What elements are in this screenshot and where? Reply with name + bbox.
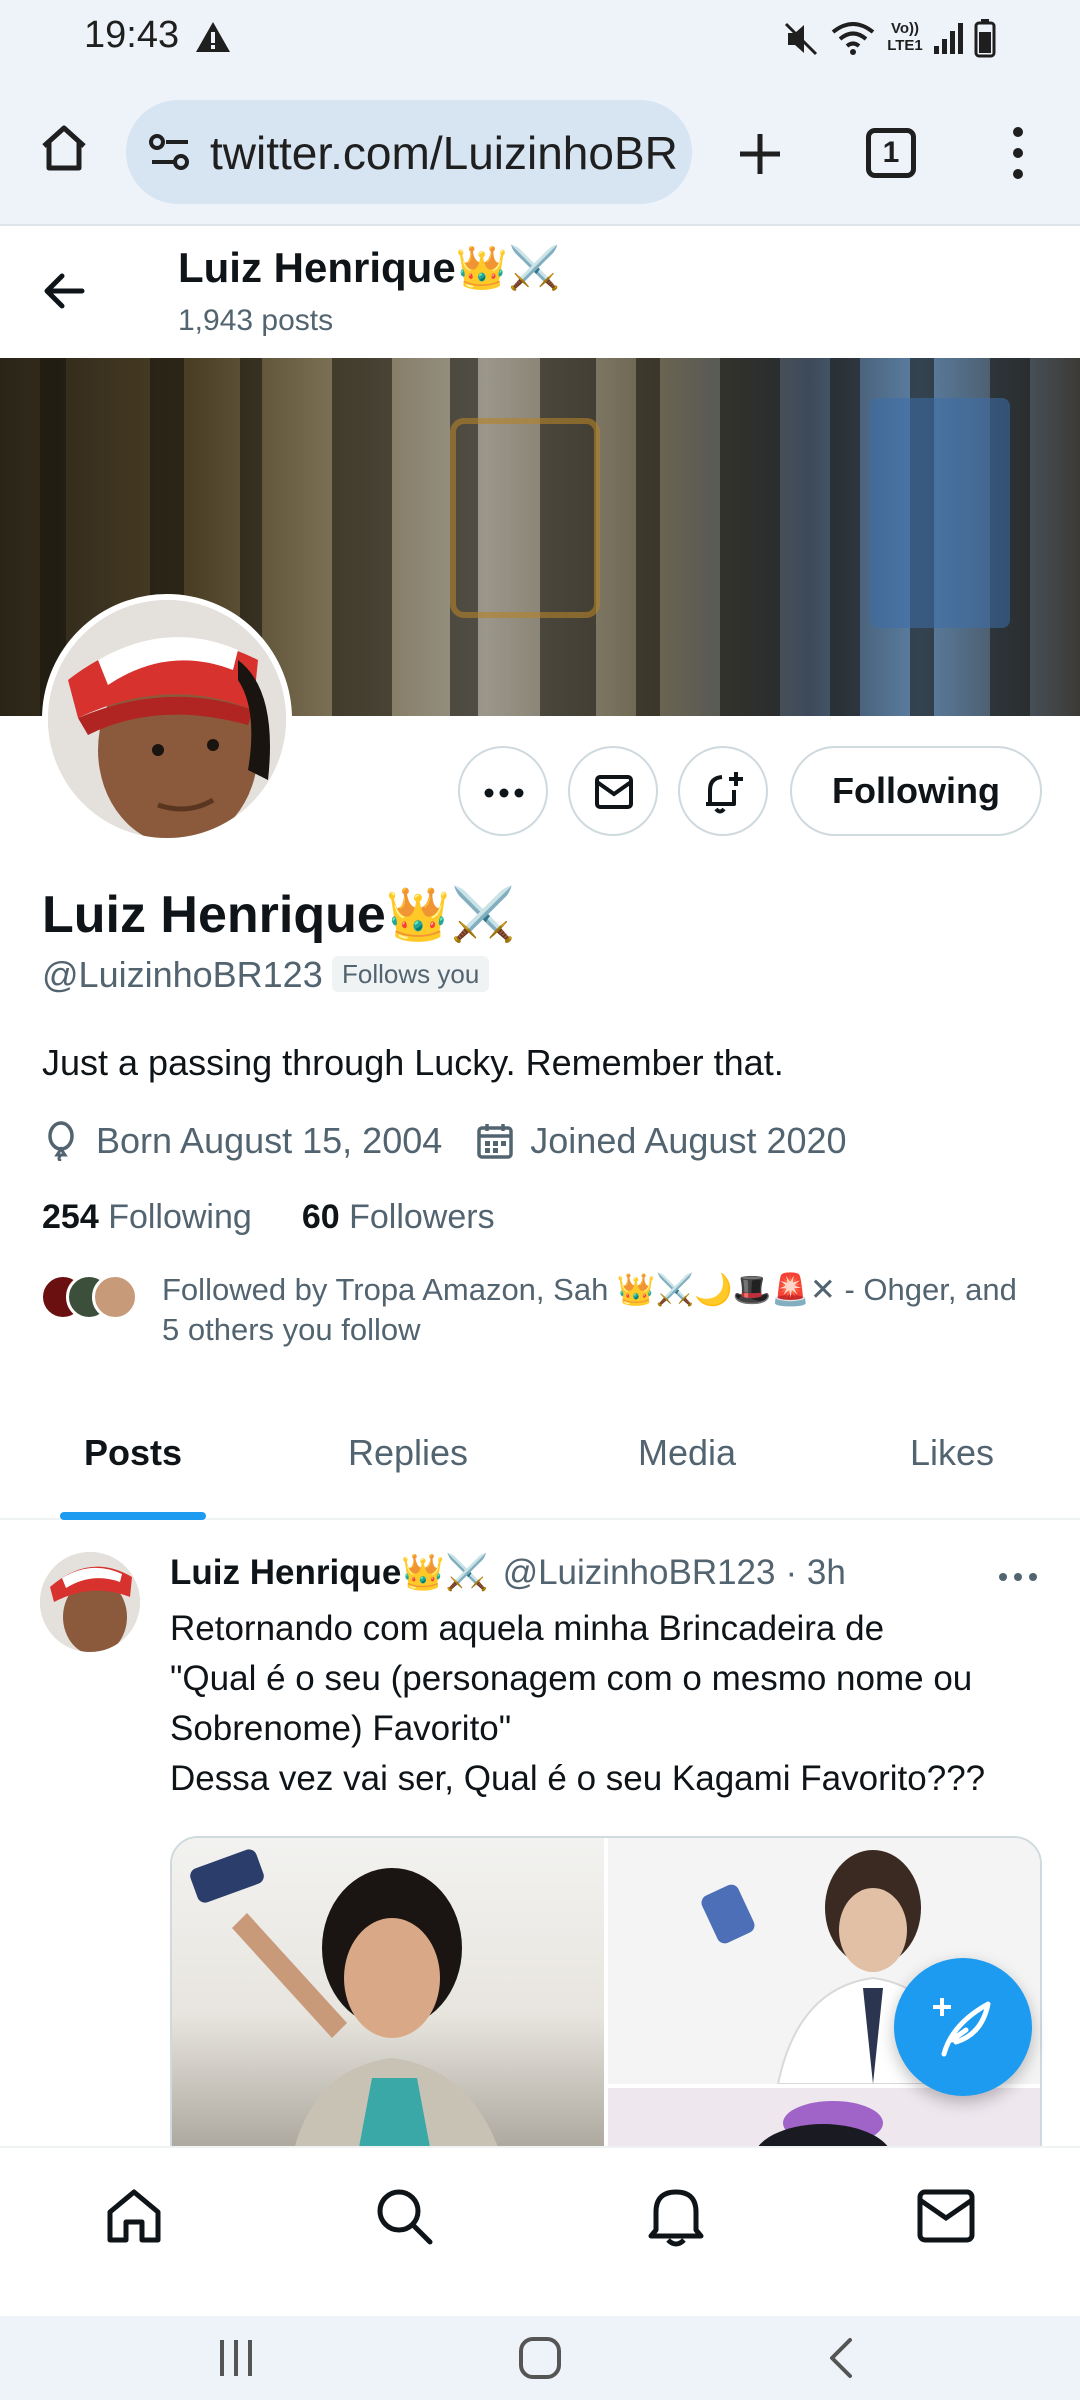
more-options-button[interactable]: [458, 746, 548, 836]
tab-replies[interactable]: Replies: [348, 1432, 468, 1474]
system-navigation-bar: [0, 2316, 1080, 2400]
post-time[interactable]: · 3h: [786, 1553, 846, 1593]
follows-you-badge: Follows you: [332, 956, 490, 992]
following-link[interactable]: 254 Following: [42, 1198, 252, 1237]
alert-icon: [196, 22, 230, 52]
wifi-icon: [831, 22, 875, 55]
back-arrow-icon[interactable]: [42, 268, 88, 314]
follower-avatar: [92, 1274, 138, 1320]
tab-posts[interactable]: Posts: [84, 1432, 182, 1474]
tab-likes[interactable]: Likes: [910, 1432, 994, 1474]
header-post-count: 1,943 posts: [178, 304, 334, 337]
following-label: Following: [108, 1198, 252, 1236]
bell-plus-icon: [706, 772, 743, 814]
status-time: 19:43: [84, 14, 180, 56]
nav-messages-icon[interactable]: [916, 2188, 976, 2244]
compose-post-button[interactable]: [894, 1958, 1032, 2096]
home-button-icon[interactable]: [516, 2334, 564, 2382]
back-button-icon[interactable]: [822, 2334, 862, 2382]
profile-bio: Just a passing through Lucky. Remember t…: [42, 1042, 784, 1083]
mail-icon: [595, 775, 633, 809]
profile-handle: @LuizinhoBR123: [42, 954, 323, 995]
new-tab-icon[interactable]: [736, 130, 784, 178]
site-settings-icon[interactable]: [148, 132, 192, 172]
notifications-subscribe-button[interactable]: [678, 746, 768, 836]
feather-plus-icon: [933, 1998, 991, 2057]
battery-icon: [974, 19, 996, 58]
more-menu-icon[interactable]: [1006, 124, 1030, 182]
profile-tabs: Posts Replies Media Likes: [0, 1398, 1080, 1520]
post-image[interactable]: [172, 1838, 604, 2154]
post-avatar[interactable]: [40, 1552, 140, 1652]
following-count: 254: [42, 1198, 99, 1236]
tab-media[interactable]: Media: [638, 1432, 736, 1474]
status-bar: 19:43 Vo)) LTE1: [0, 0, 1080, 78]
active-tab-indicator: [60, 1512, 206, 1520]
post-text-line: Sobrenome) Favorito": [170, 1709, 512, 1748]
url-bar[interactable]: twitter.com/LuizinhoBR123: [126, 100, 692, 204]
home-icon[interactable]: [38, 122, 90, 174]
post-handle[interactable]: @LuizinhoBR123: [503, 1553, 776, 1593]
url-text[interactable]: twitter.com/LuizinhoBR123: [210, 126, 680, 180]
calendar-icon: [477, 1124, 514, 1159]
join-date: Joined August 2020: [530, 1120, 847, 1161]
message-button[interactable]: [568, 746, 658, 836]
ellipsis-icon: [484, 788, 524, 798]
header-name: Luiz Henrique👑⚔️: [178, 244, 561, 291]
post-text: Retornando com aquela minha Brincadeira …: [170, 1604, 1050, 1804]
bottom-navigation: [0, 2146, 1080, 2316]
balloon-icon: [48, 1121, 74, 1161]
nav-home-icon[interactable]: [104, 2186, 164, 2246]
birth-date: Born August 15, 2004: [96, 1120, 443, 1161]
profile-meta: Born August 15, 2004 Joined August 2020: [42, 1120, 847, 1162]
profile-top-bar: Luiz Henrique👑⚔️ 1,943 posts: [0, 226, 1080, 358]
nav-notifications-icon[interactable]: [646, 2184, 706, 2248]
volte-label: Vo)) LTE1: [887, 20, 923, 54]
mute-icon: [784, 22, 818, 56]
followers-count: 60: [301, 1198, 340, 1236]
followers-link[interactable]: 60 Followers: [302, 1198, 495, 1237]
post-author[interactable]: Luiz Henrique👑⚔️: [170, 1552, 489, 1593]
profile-avatar[interactable]: [42, 594, 292, 844]
followed-by-text[interactable]: Followed by Tropa Amazon, Sah 👑⚔️🌙🎩🚨✕ - …: [162, 1270, 1042, 1350]
post-text-line: Retornando com aquela minha Brincadeira …: [170, 1609, 885, 1648]
post-more-icon[interactable]: [998, 1572, 1038, 1582]
post-text-line: Dessa vez vai ser, Qual é o seu Kagami F…: [170, 1759, 986, 1798]
followers-label: Followers: [349, 1198, 495, 1236]
post-header: Luiz Henrique👑⚔️ @LuizinhoBR123 · 3h: [170, 1552, 846, 1593]
follow-counts: 254 Following 60 Followers: [42, 1198, 495, 1237]
signal-icon: [934, 23, 963, 54]
profile-name: Luiz Henrique👑⚔️: [42, 886, 516, 944]
post-text-line: "Qual é o seu (personagem com o mesmo no…: [170, 1659, 973, 1698]
browser-toolbar: twitter.com/LuizinhoBR123 1: [0, 78, 1080, 226]
recent-apps-icon[interactable]: [214, 2336, 258, 2380]
nav-search-icon[interactable]: [374, 2186, 434, 2246]
tab-switcher-button[interactable]: 1: [866, 128, 916, 178]
following-button[interactable]: Following: [790, 746, 1042, 836]
